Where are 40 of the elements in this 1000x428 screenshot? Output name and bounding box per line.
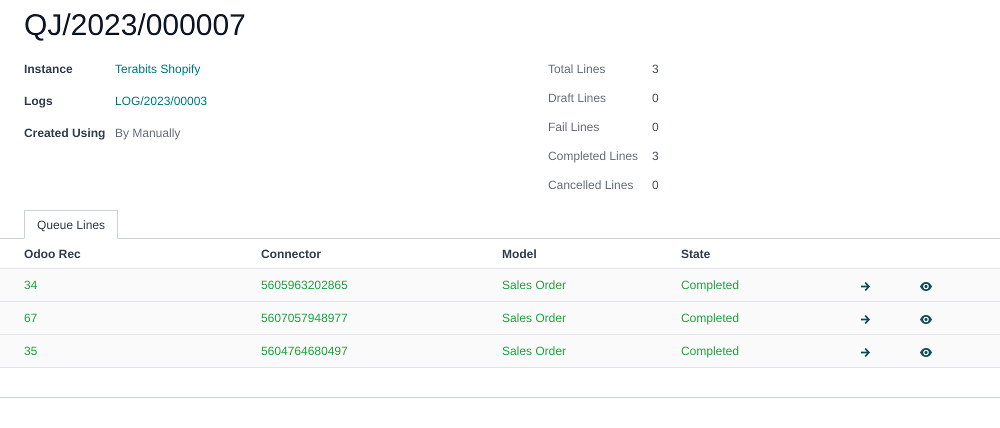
field-link[interactable]: Terabits Shopify [115,60,200,78]
eye-icon[interactable] [920,282,932,291]
column-header[interactable]: State [681,244,856,262]
field-link[interactable]: LOG/2023/00003 [115,92,208,110]
arrow-right-icon[interactable] [860,314,871,325]
stat-value: 3 [652,148,659,165]
stat-label: Fail Lines [548,119,600,136]
arrow-right-icon[interactable] [860,281,871,292]
table-cell-text: Completed [681,277,740,294]
stat-label: Completed Lines [548,148,640,165]
field-label: Logs [24,93,54,110]
field-value: By Manually [115,125,180,142]
table-cell-text: 67 [23,310,38,327]
stat-label: Draft Lines [548,90,608,107]
stat-value: 3 [652,61,659,78]
table-cell-text: 34 [23,277,38,294]
table-cell-text: Sales Order [502,310,568,327]
table-cell-text: 5604764680497 [261,343,349,360]
field-label: Instance [24,61,74,78]
stat-value: 0 [652,177,659,194]
field-label: Created Using [24,125,106,142]
table-cell-text: 5605963202865 [261,277,349,294]
tab[interactable]: Queue Lines [24,210,118,239]
eye-icon[interactable] [920,315,932,324]
column-header[interactable]: Odoo Rec [0,244,261,262]
record-title: QJ/2023/000007 [24,8,247,44]
arrow-right-icon[interactable] [860,347,871,358]
stat-label: Cancelled Lines [548,177,634,194]
eye-icon[interactable] [920,348,932,357]
table-cell-text: 5607057948977 [261,310,349,327]
table-cell-text: 35 [23,343,38,360]
table-cell-text: Sales Order [502,277,568,294]
column-header[interactable]: Connector [261,244,502,262]
table-cell-text: Sales Order [502,343,568,360]
stat-value: 0 [652,119,659,136]
stat-value: 0 [652,90,659,107]
table-cell-text: Completed [681,343,740,360]
table-cell-text: Completed [681,310,740,327]
stat-label: Total Lines [548,61,606,78]
column-header[interactable]: Model [502,244,681,262]
